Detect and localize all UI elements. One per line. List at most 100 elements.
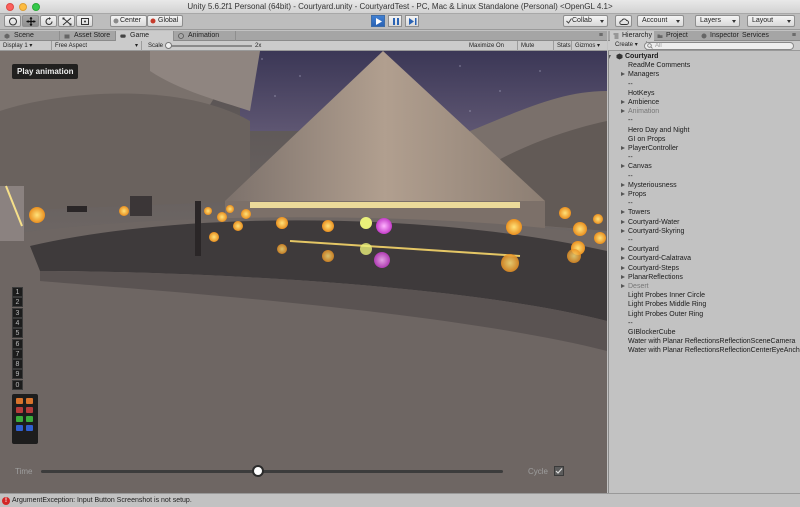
hierarchy-item[interactable]: -- [628,236,633,245]
hierarchy-item[interactable]: Water with Planar ReflectionsReflectionS… [628,337,795,346]
play-button[interactable] [371,15,385,27]
account-dropdown[interactable]: Account [637,15,684,27]
rotate-tool-button[interactable] [40,15,57,27]
camera-button[interactable]: 0 [12,379,23,390]
expand-right-icon[interactable] [621,256,625,261]
play-animation-button[interactable]: Play animation [12,64,79,79]
hierarchy-item[interactable]: HotKeys [628,89,654,98]
tab-hierarchy[interactable]: Hierarchy [610,31,654,41]
scale-tool-button[interactable] [58,15,75,27]
camera-button[interactable]: 3 [12,307,23,318]
hierarchy-item[interactable]: Hero Day and Night [628,126,689,135]
expand-right-icon[interactable] [621,72,625,77]
scale-slider-handle[interactable] [165,42,172,49]
camera-button[interactable]: 7 [12,348,23,359]
mute-audio-toggle[interactable]: Mute Audio [518,41,554,59]
move-tool-button[interactable] [22,15,39,27]
tab-project[interactable]: Project [654,31,698,41]
hierarchy-item[interactable]: Light Probes Middle Ring [628,300,706,309]
pause-button[interactable] [388,15,402,27]
hierarchy-item[interactable]: PlayerController [621,144,678,153]
hierarchy-item[interactable]: Props [621,190,646,199]
camera-button[interactable]: 6 [12,338,23,349]
camera-button[interactable]: 9 [12,369,23,380]
light-color-swatch[interactable] [16,398,23,404]
hierarchy-item[interactable]: Courtyard-Calatrava [621,254,691,263]
rect-tool-button[interactable] [76,15,93,27]
tab-game[interactable]: Game [116,31,174,41]
stats-toggle[interactable]: Stats [554,41,572,51]
tab-scene[interactable]: Scene [0,31,60,41]
tab-services[interactable]: Services [738,31,783,41]
hierarchy-item[interactable]: Towers [621,208,650,217]
expand-right-icon[interactable] [621,228,625,233]
light-color-swatch[interactable] [26,416,33,422]
step-button[interactable] [405,15,419,27]
cloud-button[interactable] [615,15,632,27]
space-toggle-button[interactable]: Global [147,15,183,27]
light-color-swatch[interactable] [26,398,33,404]
light-color-swatch[interactable] [26,425,33,431]
hierarchy-item[interactable]: PlanarReflections [621,273,683,282]
expand-right-icon[interactable] [621,219,625,224]
hierarchy-item[interactable]: -- [628,116,633,125]
expand-right-icon[interactable] [621,182,625,187]
layout-dropdown[interactable]: Layout [747,15,795,27]
create-dropdown[interactable]: Create ▾ [612,41,647,50]
light-color-swatch[interactable] [16,425,23,431]
hierarchy-item[interactable]: GI on Props [628,135,665,144]
cycle-checkbox[interactable] [554,466,564,476]
hierarchy-item[interactable]: Water with Planar ReflectionsReflectionC… [628,346,800,355]
expand-right-icon[interactable] [621,164,625,169]
hierarchy-item[interactable]: Animation [621,107,659,116]
hierarchy-item[interactable]: GIBlockerCube [628,328,675,337]
hierarchy-item[interactable]: Mysteriousness [621,181,677,190]
time-slider-track[interactable] [41,470,503,473]
hierarchy-item[interactable]: Ambience [621,98,659,107]
hierarchy-item[interactable]: Light Probes Outer Ring [628,310,703,319]
expand-right-icon[interactable] [621,247,625,252]
aspect-dropdown[interactable]: Free Aspect ▾ [52,41,142,51]
hierarchy-item[interactable]: Desert [621,282,649,291]
camera-button[interactable]: 8 [12,359,23,370]
expand-right-icon[interactable] [621,109,625,114]
tab-animation[interactable]: Animation [174,31,236,41]
light-color-swatch[interactable] [16,407,23,413]
light-color-swatch[interactable] [26,407,33,413]
hierarchy-item[interactable]: Courtyard-Steps [621,264,679,273]
hierarchy-item[interactable]: -- [628,199,633,208]
pivot-toggle-button[interactable]: Center [110,15,147,27]
expand-down-icon[interactable] [609,55,611,61]
tab-menu-icon[interactable]: ≡ [599,32,603,39]
game-view[interactable]: Play animation 1234567890 Time Cycle [0,51,607,493]
hierarchy-item[interactable]: Courtyard-Water [621,218,679,227]
hierarchy-item[interactable]: -- [628,172,633,181]
expand-right-icon[interactable] [621,146,625,150]
hierarchy-item[interactable]: Light Probes Inner Circle [628,291,705,300]
maximize-on-play-toggle[interactable]: Maximize On Play [466,41,518,59]
hierarchy-item[interactable]: Courtyard-Skyring [621,227,684,236]
expand-right-icon[interactable] [621,284,625,288]
hierarchy-root-item[interactable]: Courtyard [609,52,658,61]
camera-button[interactable]: 1 [12,287,23,297]
expand-right-icon[interactable] [621,274,625,279]
hierarchy-item[interactable]: Courtyard [621,245,659,254]
hierarchy-item[interactable]: -- [628,319,633,328]
collab-dropdown[interactable]: Collab [563,15,608,27]
layers-dropdown[interactable]: Layers [695,15,740,27]
hierarchy-item[interactable]: Canvas [621,162,652,171]
expand-right-icon[interactable] [621,192,625,196]
expand-right-icon[interactable] [621,265,625,270]
tab-menu-icon[interactable]: ≡ [792,32,796,39]
camera-button[interactable]: 2 [12,297,23,308]
hierarchy-item[interactable]: Managers [621,70,659,79]
camera-button[interactable]: 4 [12,317,23,328]
scale-slider-track[interactable] [167,45,252,47]
expand-right-icon[interactable] [621,210,625,215]
hand-tool-button[interactable] [4,15,21,27]
hierarchy-item[interactable]: -- [628,153,633,162]
hierarchy-item[interactable]: ReadMe Comments [628,61,690,70]
light-color-swatch[interactable] [16,416,23,422]
camera-button[interactable]: 5 [12,328,23,339]
hierarchy-search-input[interactable]: All [644,42,794,50]
